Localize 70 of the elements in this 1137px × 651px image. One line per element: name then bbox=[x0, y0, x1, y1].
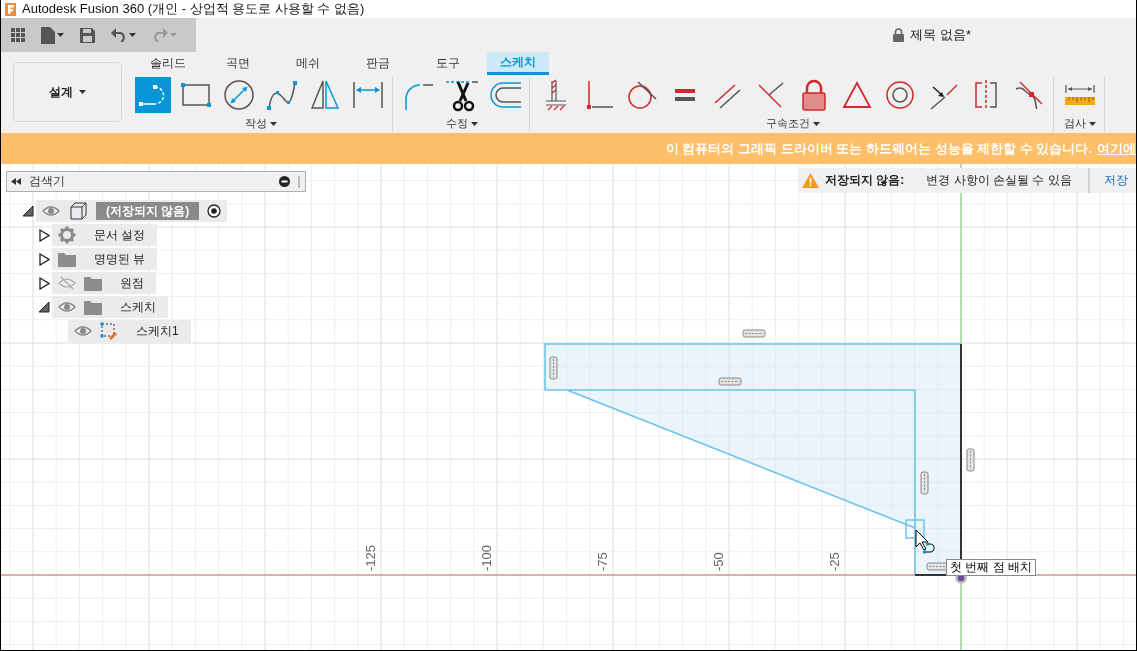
axis-label: -125 bbox=[363, 544, 378, 571]
minus-icon[interactable] bbox=[279, 176, 290, 187]
constraint-icon[interactable] bbox=[718, 377, 742, 386]
notice-message: 변경 사항이 손실될 수 있음 bbox=[910, 168, 1090, 193]
caret-icon bbox=[812, 121, 820, 126]
folder-icon bbox=[84, 275, 102, 291]
constraint-icon[interactable] bbox=[549, 356, 558, 380]
axis-label: -50 bbox=[711, 552, 726, 571]
save-link[interactable]: 저장 bbox=[1095, 172, 1136, 189]
caret-icon bbox=[57, 33, 64, 37]
group-menu[interactable]: 검사 bbox=[1062, 115, 1098, 132]
target-icon[interactable] bbox=[207, 204, 222, 218]
circle-icon bbox=[221, 77, 257, 113]
gear-icon bbox=[58, 226, 76, 244]
tree-item[interactable]: 스케치1 bbox=[68, 320, 191, 342]
ribbon-tab[interactable]: 메쉬 bbox=[273, 52, 343, 75]
constraint-icon[interactable] bbox=[966, 448, 975, 472]
browser-title: 검색기 bbox=[29, 173, 66, 190]
warning-message: 이 컴퓨터의 그래픽 드라이버 또는 하드웨어는 성능을 제한할 수 있습니다. bbox=[665, 139, 1092, 158]
workspace-dropdown[interactable]: 설계 bbox=[13, 62, 122, 122]
tree-item[interactable]: 명명된 뷰 bbox=[52, 248, 158, 270]
ribbon-tab[interactable]: 솔리드 bbox=[133, 52, 203, 75]
expanded-triangle-icon[interactable] bbox=[38, 301, 50, 313]
warning-icon bbox=[802, 173, 819, 188]
grip-icon[interactable] bbox=[298, 175, 301, 188]
floppy-icon bbox=[80, 27, 95, 43]
collapsed-triangle-icon[interactable] bbox=[38, 276, 50, 290]
collapsed-triangle-icon[interactable] bbox=[38, 228, 50, 242]
eye-icon[interactable] bbox=[58, 301, 76, 313]
tool-button[interactable] bbox=[221, 77, 257, 113]
expanded-triangle-icon[interactable] bbox=[22, 205, 34, 217]
axis-label: -25 bbox=[827, 552, 842, 571]
file-icon bbox=[41, 26, 55, 44]
lock-icon bbox=[893, 28, 905, 42]
window-title: Autodesk Fusion 360 (개인 - 상업적 용도로 사용할 수 없음) bbox=[22, 0, 365, 18]
cube-icon bbox=[68, 202, 88, 220]
axis-label: -100 bbox=[479, 544, 494, 571]
pointer-icon bbox=[915, 529, 935, 554]
collapsed-triangle-icon[interactable] bbox=[38, 252, 50, 266]
constraint-icon[interactable] bbox=[742, 329, 766, 338]
eye-icon[interactable] bbox=[74, 325, 92, 337]
tree-item[interactable]: 문서 설정 bbox=[52, 224, 158, 246]
collapse-icon[interactable] bbox=[11, 178, 21, 185]
tree-item[interactable]: 스케치 bbox=[52, 296, 168, 318]
group-menu[interactable]: 작성 bbox=[242, 115, 279, 132]
eye-icon[interactable] bbox=[42, 205, 60, 217]
ribbon-tab[interactable]: 판금 bbox=[343, 52, 413, 75]
folder-icon bbox=[84, 299, 102, 315]
group-menu[interactable]: 수정 bbox=[444, 115, 480, 132]
tree-item[interactable]: 원점 bbox=[52, 272, 156, 294]
caret-icon bbox=[79, 90, 86, 94]
ribbon-tab[interactable]: 도구 bbox=[413, 52, 483, 75]
caret-icon bbox=[170, 33, 177, 37]
snap-square-icon bbox=[905, 519, 925, 539]
caret-icon bbox=[269, 121, 277, 126]
sketch-icon bbox=[100, 322, 118, 340]
constraint-icon[interactable] bbox=[920, 471, 929, 495]
redo-icon bbox=[152, 28, 168, 42]
undo-icon bbox=[111, 28, 127, 42]
group-menu[interactable]: 구속조건 bbox=[763, 115, 822, 132]
ribbon-tab[interactable]: 곡면 bbox=[203, 52, 273, 75]
document-title: 제목 없음* bbox=[910, 26, 971, 44]
caret-icon bbox=[1089, 121, 1096, 126]
notice-title: 저장되지 않음: bbox=[825, 172, 905, 189]
grid-icon bbox=[11, 28, 25, 42]
tooltip: 첫 번째 점 배치 bbox=[946, 559, 1036, 576]
caret-icon bbox=[471, 121, 478, 126]
caret-icon bbox=[129, 33, 136, 37]
axis-label: -75 bbox=[595, 552, 610, 571]
folder-icon bbox=[58, 251, 76, 267]
